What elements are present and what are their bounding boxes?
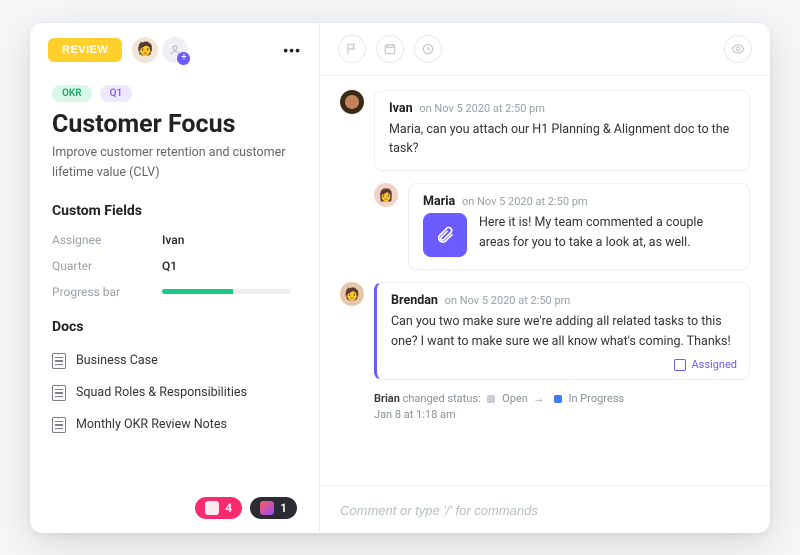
progress-track [162,289,291,294]
flag-button[interactable] [338,35,366,63]
comment-row: Ivan on Nov 5 2020 at 2:50 pm Maria, can… [340,90,750,172]
clock-icon [421,42,435,56]
left-header: REVIEW 🧑 + ••• [30,23,319,77]
custom-fields-heading: Custom Fields [30,197,319,227]
progress-fill [162,289,233,294]
assigned-label: Assigned [692,358,738,371]
doc-item[interactable]: Business Case [30,345,319,377]
field-label: Quarter [52,259,162,273]
tag-okr[interactable]: OKR [52,85,92,102]
assigned-badge[interactable]: Assigned [674,358,738,371]
task-description[interactable]: Improve customer retention and customer … [30,143,319,197]
docs-heading: Docs [30,305,319,343]
date-button[interactable] [376,35,404,63]
task-title[interactable]: Customer Focus [30,102,319,143]
calendar-icon [383,42,397,56]
comment-card[interactable]: Maria on Nov 5 2020 at 2:50 pm Here it i… [408,183,750,270]
attachment-thumbnail[interactable] [423,213,467,257]
comment-card-assigned[interactable]: Brendan on Nov 5 2020 at 2:50 pm Can you… [374,282,750,380]
status-dot-to [554,395,562,403]
pill-count: 4 [225,501,232,515]
pill-count: 1 [280,501,287,515]
status-timestamp: Jan 8 at 1:18 am [374,408,750,421]
comment-author: Maria [423,194,455,209]
status-dot-from [487,395,495,403]
avatar-ivan[interactable] [340,90,364,114]
docs-list: Business Case Squad Roles & Responsibili… [30,343,319,451]
tag-q1[interactable]: Q1 [100,85,133,102]
field-assignee[interactable]: Assignee Ivan [30,227,319,253]
comment-meta: Ivan on Nov 5 2020 at 2:50 pm [389,101,735,116]
field-label: Progress bar [52,285,162,299]
eye-icon [731,42,745,56]
checkbox-icon [674,359,686,371]
flag-icon [345,42,359,56]
field-quarter[interactable]: Quarter Q1 [30,253,319,279]
comment-card[interactable]: Ivan on Nov 5 2020 at 2:50 pm Maria, can… [374,90,750,172]
plus-badge-icon: + [177,52,190,65]
status-review-button[interactable]: REVIEW [48,38,122,62]
comment-body: Here it is! My team commented a couple a… [479,213,735,252]
attachment-count-pill[interactable]: 4 [195,497,242,519]
doc-item[interactable]: Squad Roles & Responsibilities [30,377,319,409]
doc-item[interactable]: Monthly OKR Review Notes [30,409,319,441]
integration-count-pill[interactable]: 1 [250,497,297,519]
clip-icon [205,501,219,515]
assignee-avatar[interactable]: 🧑 [132,37,158,63]
activity-pane: Ivan on Nov 5 2020 at 2:50 pm Maria, can… [320,23,770,533]
document-icon [52,385,66,401]
comment-meta: Maria on Nov 5 2020 at 2:50 pm [423,194,735,209]
field-value: Ivan [162,233,184,247]
status-verb: changed status: [403,392,481,405]
comment-input[interactable] [340,503,750,518]
comment-meta: Brendan on Nov 5 2020 at 2:50 pm [391,293,735,308]
activity-feed: Ivan on Nov 5 2020 at 2:50 pm Maria, can… [320,76,770,485]
status-from: Open [502,392,528,405]
comment-row: 👩 Maria on Nov 5 2020 at 2:50 pm Here it… [340,183,750,270]
status-actor: Brian [374,392,400,405]
status-to: In Progress [568,392,624,405]
left-footer: 4 1 [30,487,319,533]
comment-timestamp: on Nov 5 2020 at 2:50 pm [445,294,571,307]
comment-composer [320,485,770,533]
right-toolbar [320,23,770,76]
document-icon [52,353,66,369]
comment-timestamp: on Nov 5 2020 at 2:50 pm [462,195,588,208]
figma-icon [260,501,274,515]
field-value: Q1 [162,259,177,273]
field-label: Assignee [52,233,162,247]
avatar-maria[interactable]: 👩 [374,183,398,207]
watch-button[interactable] [724,35,752,63]
more-menu-button[interactable]: ••• [283,42,301,58]
comment-author: Ivan [389,101,413,116]
document-icon [52,417,66,433]
comment-author: Brendan [391,293,438,308]
avatar-brendan[interactable]: 🧑 [340,282,364,306]
paperclip-icon [435,225,455,245]
comment-row: 🧑 Brendan on Nov 5 2020 at 2:50 pm Can y… [340,282,750,380]
doc-label: Squad Roles & Responsibilities [76,385,247,400]
add-assignee-button[interactable]: + [162,37,188,63]
time-button[interactable] [414,35,442,63]
status-activity: Brian changed status: Open → In Progress… [340,392,750,421]
task-panel: REVIEW 🧑 + ••• OKR Q1 Customer Focus Imp… [30,23,770,533]
comment-timestamp: on Nov 5 2020 at 2:50 pm [419,102,545,115]
field-progress[interactable]: Progress bar [30,279,319,305]
comment-body: Maria, can you attach our H1 Planning & … [389,120,735,159]
doc-label: Monthly OKR Review Notes [76,417,227,432]
task-details-pane: REVIEW 🧑 + ••• OKR Q1 Customer Focus Imp… [30,23,320,533]
tag-row: OKR Q1 [30,77,319,102]
doc-label: Business Case [76,353,158,368]
